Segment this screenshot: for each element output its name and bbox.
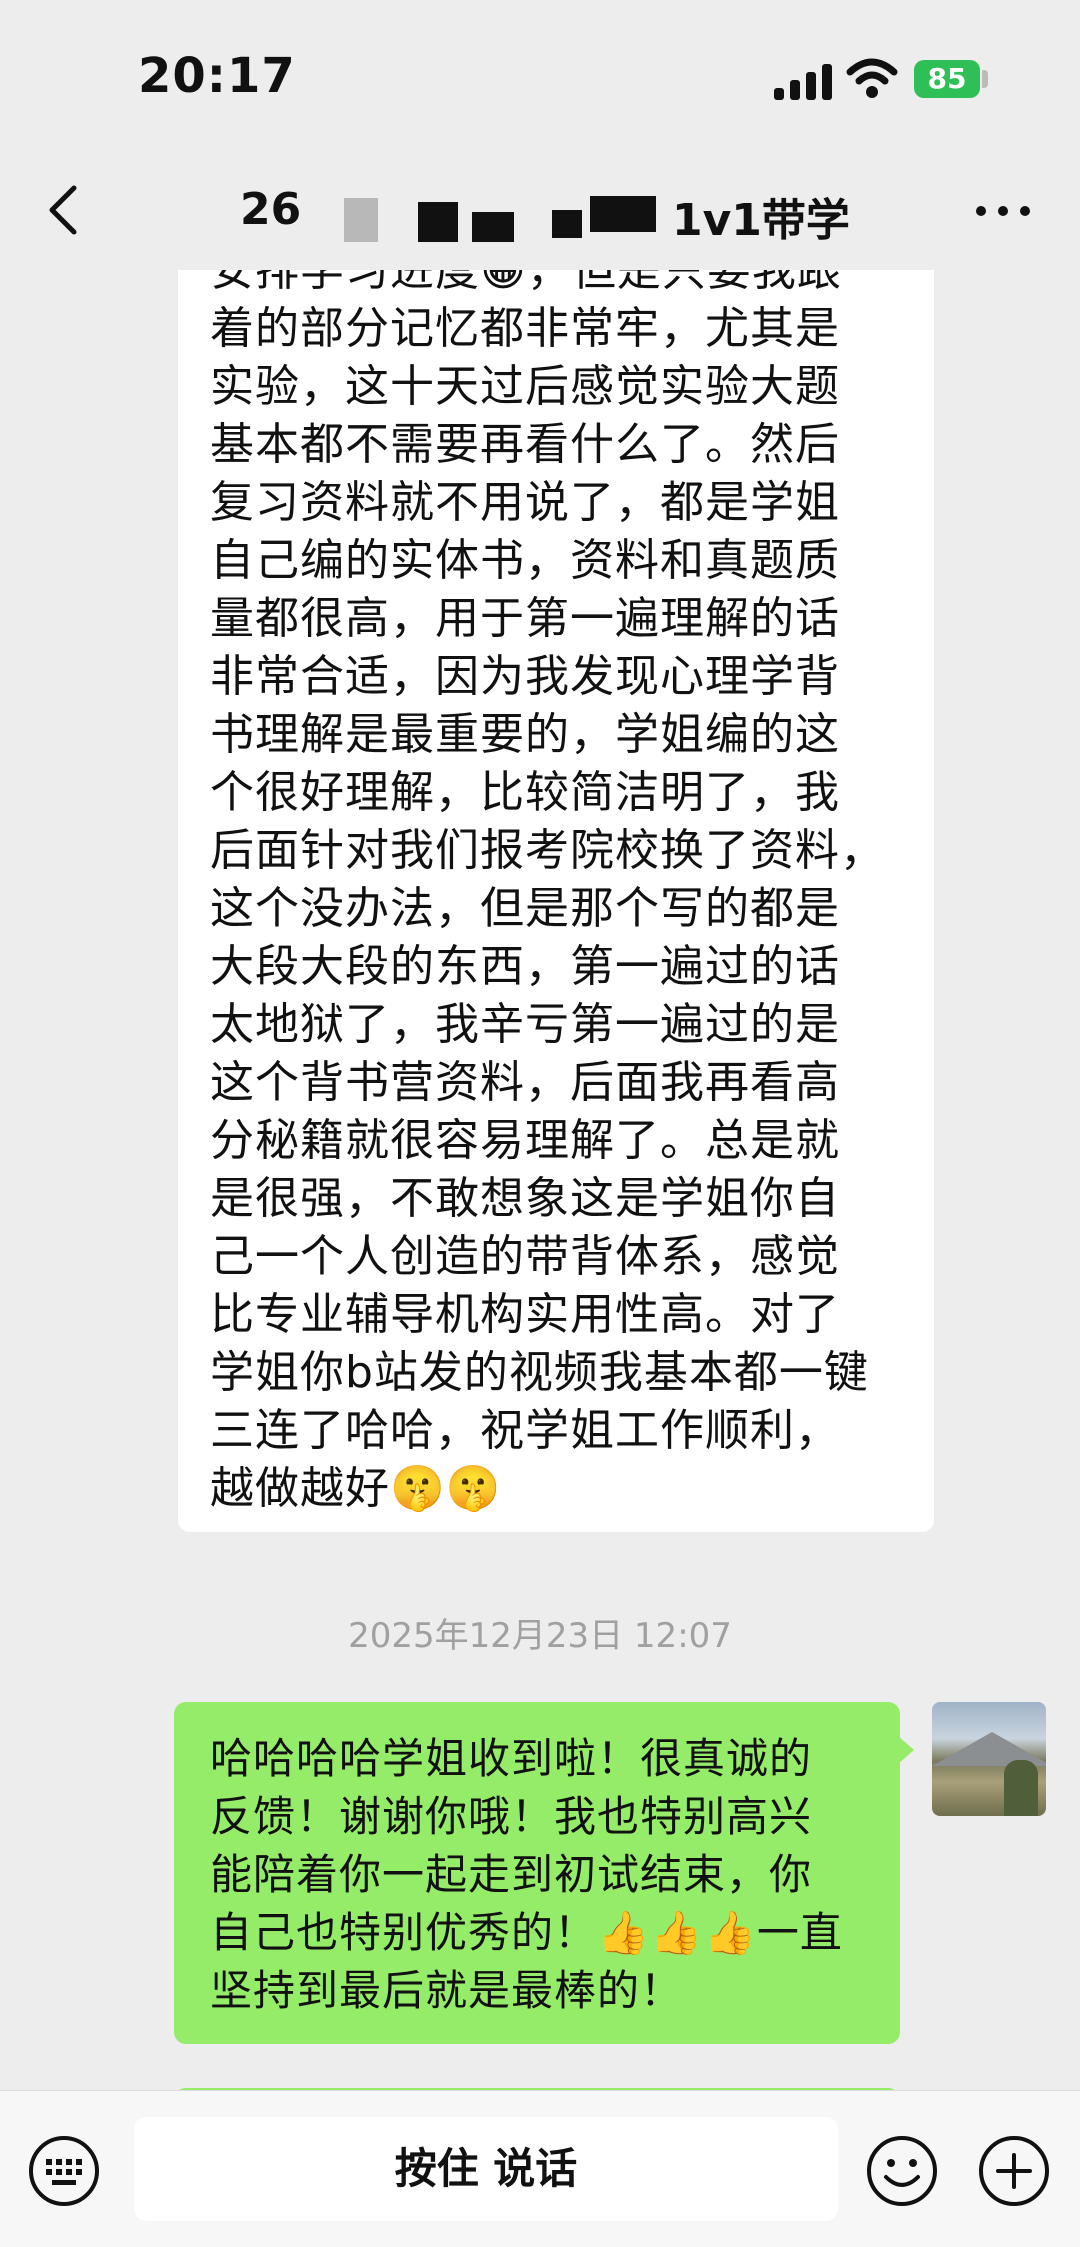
sent-message-text: 哈哈哈哈学姐收到啦！很真诚的 反馈！谢谢你哦！我也特别高兴 能陪着你一起走到初试… [210,1734,843,2015]
message-list[interactable]: 安排学习进度😀，但是只要我跟 着的部分记忆都非常牢，尤其是 实验，这十天过后感觉… [0,270,1080,2090]
emoji-icon[interactable] [866,2135,938,2207]
more-icon[interactable] [976,202,1036,222]
received-message-text: 安排学习进度😀，但是只要我跟 着的部分记忆都非常牢，尤其是 实验，这十天过后感觉… [210,270,885,1514]
avatar-figure [1004,1760,1038,1816]
sent-message-bubble[interactable]: 哈哈哈哈学姐收到啦！很真诚的 反馈！谢谢你哦！我也特别高兴 能陪着你一起走到初试… [174,1702,914,2044]
input-bar: 按住 说话 [0,2090,1080,2247]
chat-title-prefix: 26 [240,184,302,235]
keyboard-icon[interactable] [28,2135,100,2207]
status-time: 20:17 [138,48,296,104]
hold-to-talk-button[interactable]: 按住 说话 [134,2117,838,2221]
status-bar: 20:17 85 [0,0,1080,150]
avatar[interactable] [932,1702,1046,1816]
plus-icon[interactable] [978,2135,1050,2207]
battery-tip [982,70,988,88]
chat-title-suffix: 1v1带学 [672,195,850,246]
battery-indicator: 85 [914,60,980,98]
received-message-bubble[interactable]: 安排学习进度😀，但是只要我跟 着的部分记忆都非常牢，尤其是 实验，这十天过后感觉… [178,270,934,1532]
back-arrow-icon[interactable] [36,180,96,240]
wifi-icon [846,58,898,98]
signal-icon [774,64,832,100]
chat-header: 26 1v1带学 [0,150,1080,270]
message-timestamp: 2025年12月23日 12:07 [348,1616,732,1656]
